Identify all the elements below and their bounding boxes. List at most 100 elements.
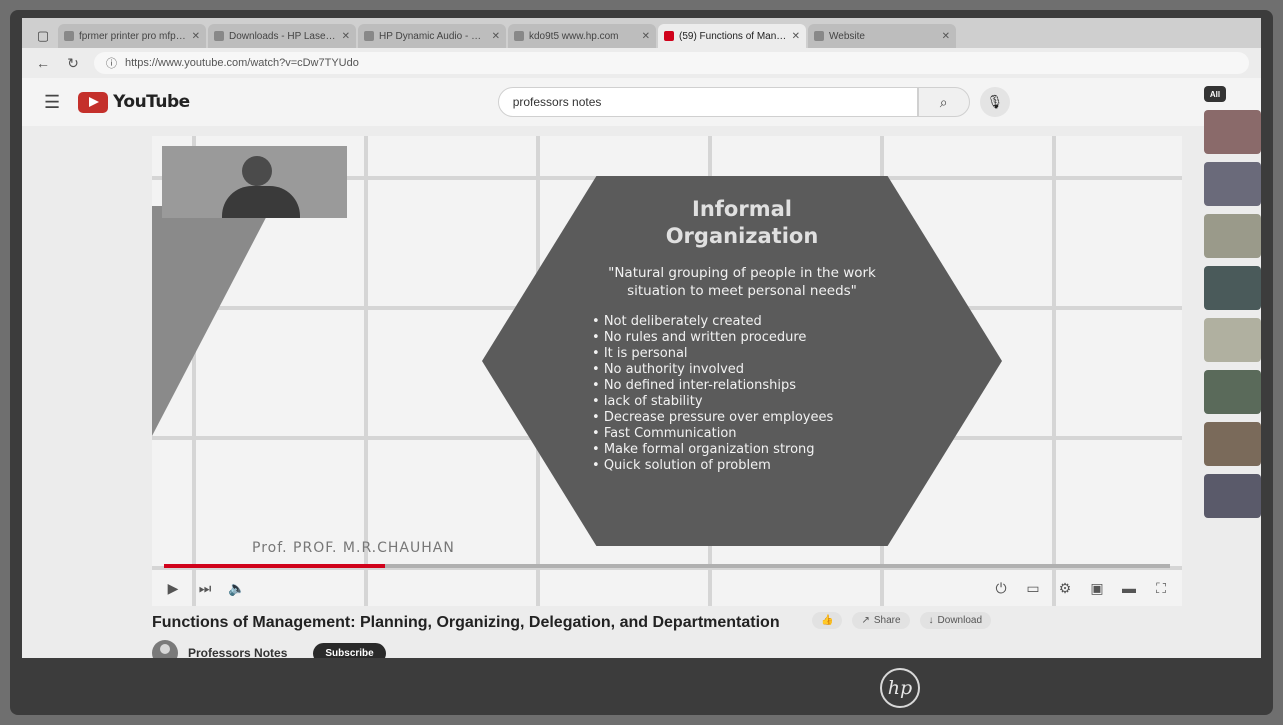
search-area: professors notes ⌕ 🎙 xyxy=(497,87,1010,117)
volume-icon[interactable]: 🔈 xyxy=(228,580,246,597)
url-field[interactable]: ⓘ https://www.youtube.com/watch?v=cDw7TY… xyxy=(94,52,1249,74)
recommended-thumbnail[interactable] xyxy=(1204,370,1261,414)
search-input[interactable]: professors notes xyxy=(497,87,918,117)
slide-point: No defined inter-relationships xyxy=(592,378,892,394)
recommendations-sidebar: All xyxy=(1204,80,1261,580)
browser-tab[interactable]: Website ✕ xyxy=(808,24,956,48)
page-icon xyxy=(814,31,824,41)
recommended-thumbnail[interactable] xyxy=(1204,266,1261,310)
page-icon xyxy=(514,31,524,41)
youtube-play-icon xyxy=(78,91,109,113)
share-label: Share xyxy=(873,615,901,626)
subscribe-button[interactable]: Subscribe xyxy=(313,642,386,658)
recommended-thumbnail[interactable] xyxy=(1204,474,1261,518)
youtube-icon xyxy=(664,31,674,41)
voice-search-button[interactable]: 🎙 xyxy=(979,87,1010,117)
play-icon[interactable]: ▶ xyxy=(164,580,182,597)
close-icon[interactable]: ✕ xyxy=(642,31,650,42)
close-icon[interactable]: ✕ xyxy=(342,31,350,42)
slide-point: No rules and written procedure xyxy=(592,330,892,346)
close-icon[interactable]: ✕ xyxy=(192,31,200,42)
browser-tab[interactable]: kdo9t5 www.hp.com ✕ xyxy=(508,24,656,48)
search-button[interactable]: ⌕ xyxy=(917,87,970,117)
slide-decoration xyxy=(152,206,272,436)
tab-label: kdo9t5 www.hp.com xyxy=(529,30,619,42)
filter-chip-all[interactable]: All xyxy=(1204,86,1226,102)
channel-info: Professors Notes xyxy=(188,646,287,658)
next-icon[interactable]: ⏭ xyxy=(196,580,214,597)
address-bar: ← ↻ ⓘ https://www.youtube.com/watch?v=cD… xyxy=(22,48,1261,78)
recommended-thumbnail[interactable] xyxy=(1204,162,1261,206)
close-icon[interactable]: ✕ xyxy=(792,31,800,42)
slide-point: Decrease pressure over employees xyxy=(592,410,892,426)
thumbs-up-icon: 👍 xyxy=(821,615,834,626)
info-icon: ⓘ xyxy=(106,58,117,70)
tab-actions-icon[interactable]: ▢ xyxy=(30,24,56,48)
slide-point: lack of stability xyxy=(592,394,892,410)
recommended-thumbnail[interactable] xyxy=(1204,318,1261,362)
hp-logo: hp xyxy=(880,668,920,708)
tab-label: fprmer printer pro mfp m28a xyxy=(79,30,187,42)
youtube-logo[interactable]: YouTube xyxy=(78,91,190,113)
share-icon: ↗ xyxy=(861,615,870,626)
presenter-head xyxy=(242,156,272,186)
reload-icon[interactable]: ↻ xyxy=(64,55,82,72)
like-button[interactable]: 👍 xyxy=(812,612,843,629)
browser-window: ▢ fprmer printer pro mfp m28a ✕ Download… xyxy=(22,18,1261,658)
tab-label: Website xyxy=(829,30,865,42)
tab-label: (59) Functions of Manageme xyxy=(679,30,787,42)
tab-label: HP Dynamic Audio - Microsoft xyxy=(379,30,487,42)
tab-bar: ▢ fprmer printer pro mfp m28a ✕ Download… xyxy=(22,18,1261,48)
download-label: Download xyxy=(937,615,983,626)
back-arrow-icon[interactable]: ← xyxy=(34,55,52,71)
recommended-thumbnail[interactable] xyxy=(1204,422,1261,466)
recommended-thumbnail[interactable] xyxy=(1204,110,1261,154)
browser-tab[interactable]: Downloads - HP LaserJet Pro M ✕ xyxy=(208,24,356,48)
slide-point: Quick solution of problem xyxy=(592,458,892,474)
settings-icon[interactable]: ⚙ xyxy=(1056,580,1074,597)
share-button[interactable]: ↗ Share xyxy=(852,612,910,629)
url-text: https://www.youtube.com/watch?v=cDw7TYUd… xyxy=(125,57,359,69)
mic-icon: 🎙 xyxy=(986,94,1003,109)
presenter-body xyxy=(222,186,300,218)
theater-icon[interactable]: ▬ xyxy=(1120,580,1138,596)
youtube-header: ☰ YouTube professors notes ⌕ 🎙 xyxy=(22,78,1261,126)
close-icon[interactable]: ✕ xyxy=(942,31,950,42)
browser-tab-active[interactable]: (59) Functions of Manageme ✕ xyxy=(658,24,806,48)
presenter-name: Prof. PROF. M.R.CHAUHAN xyxy=(252,540,455,556)
page-icon xyxy=(214,31,224,41)
close-icon[interactable]: ✕ xyxy=(492,31,500,42)
channel-name[interactable]: Professors Notes xyxy=(188,646,287,658)
slide-point: No authority involved xyxy=(592,362,892,378)
fullscreen-icon[interactable]: ⛶ xyxy=(1152,580,1170,597)
download-icon: ↓ xyxy=(928,615,934,626)
miniplayer-icon[interactable]: ▣ xyxy=(1088,580,1106,597)
video-player[interactable]: Informal Organization "Natural grouping … xyxy=(152,136,1182,606)
menu-icon[interactable]: ☰ xyxy=(44,92,60,113)
channel-row: Professors Notes Subscribe xyxy=(152,640,386,658)
page-icon xyxy=(64,31,74,41)
slide-points: Not deliberately created No rules and wr… xyxy=(592,314,892,474)
slide-title: Informal Organization xyxy=(665,197,819,248)
slide-quote: "Natural grouping of people in the work … xyxy=(608,265,876,299)
tab-label: Downloads - HP LaserJet Pro M xyxy=(229,30,337,42)
page-icon xyxy=(364,31,374,41)
captions-icon[interactable]: ▭ xyxy=(1024,580,1042,597)
presenter-webcam xyxy=(162,146,347,218)
recommended-thumbnail[interactable] xyxy=(1204,214,1261,258)
channel-avatar[interactable] xyxy=(152,640,178,658)
player-controls: ▶ ⏭ 🔈 ⏻ ▭ ⚙ ▣ ▬ ⛶ xyxy=(164,576,1170,600)
video-actions: 👍 ↗ Share ↓ Download xyxy=(812,612,992,629)
slide-point: It is personal xyxy=(592,346,892,362)
autoplay-icon[interactable]: ⏻ xyxy=(992,580,1010,597)
browser-tab[interactable]: fprmer printer pro mfp m28a ✕ xyxy=(58,24,206,48)
youtube-wordmark: YouTube xyxy=(113,92,190,112)
slide-point: Fast Communication xyxy=(592,426,892,442)
browser-tab[interactable]: HP Dynamic Audio - Microsoft ✕ xyxy=(358,24,506,48)
progress-bar[interactable] xyxy=(164,564,1170,568)
slide-point: Make formal organization strong xyxy=(592,442,892,458)
progress-fill xyxy=(164,564,386,568)
search-icon: ⌕ xyxy=(939,93,948,110)
download-button[interactable]: ↓ Download xyxy=(919,612,992,629)
slide-point: Not deliberately created xyxy=(592,314,892,330)
